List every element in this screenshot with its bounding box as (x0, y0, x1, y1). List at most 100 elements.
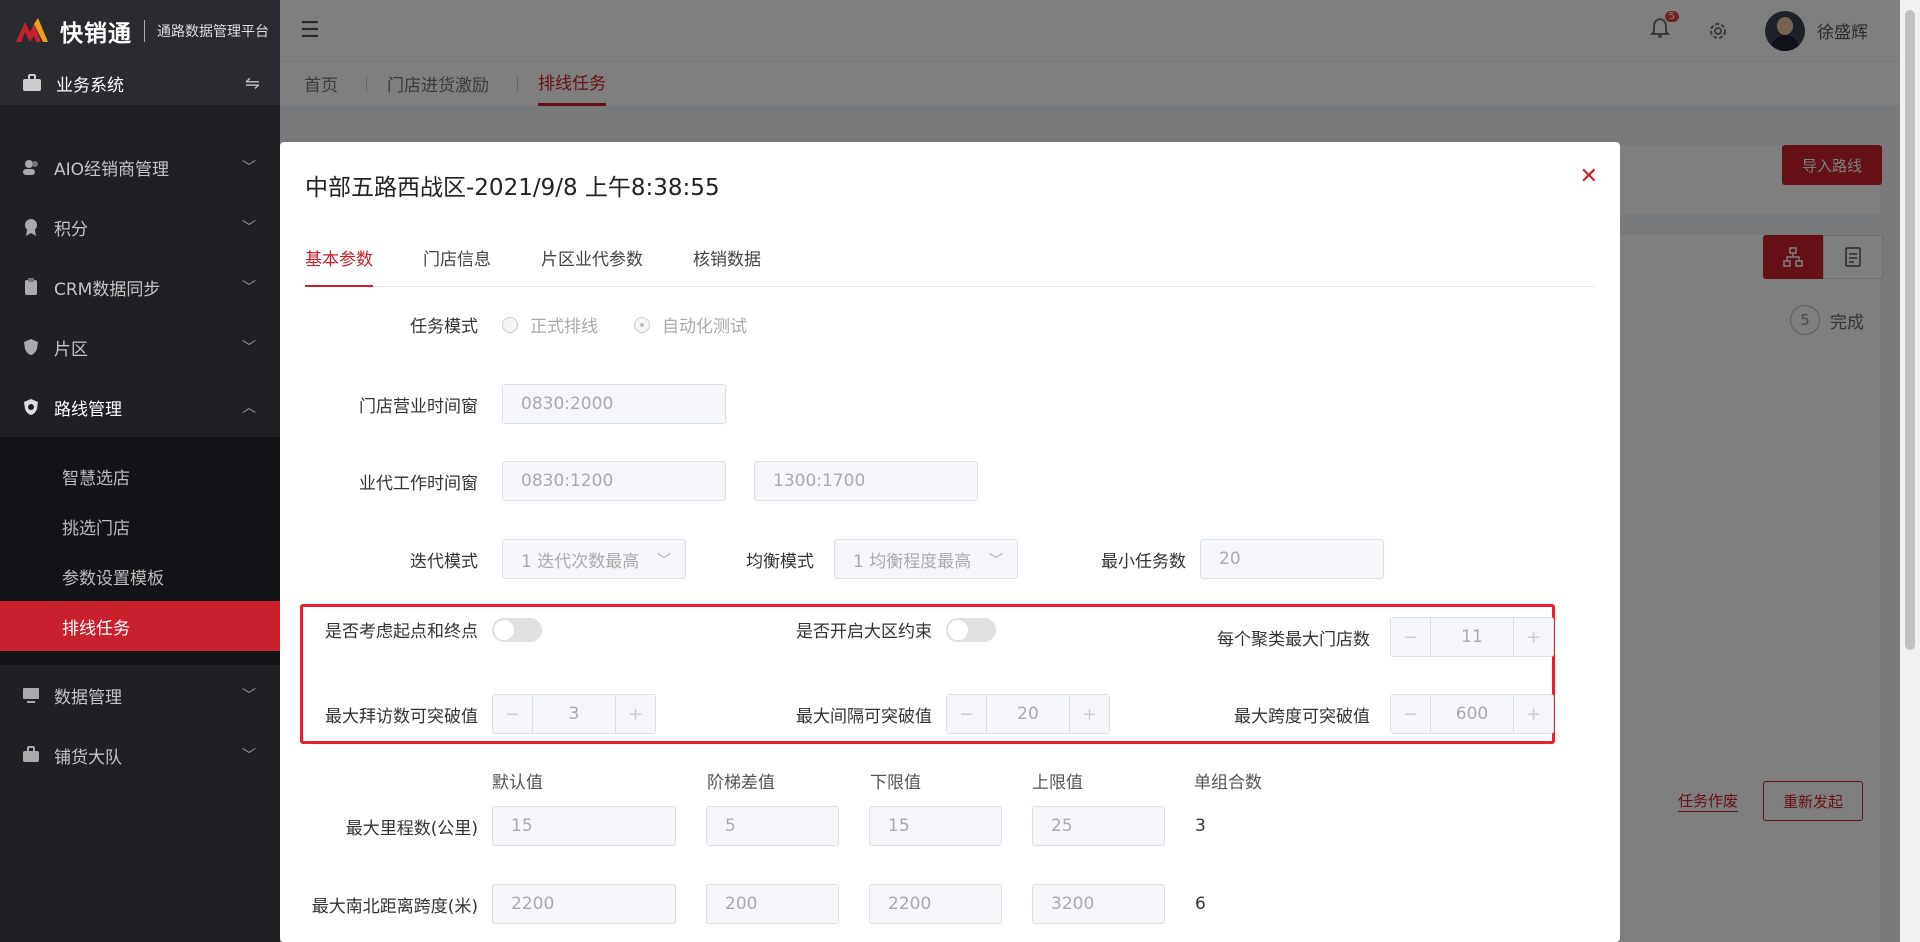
balance-mode-label: 均衡模式 (746, 551, 814, 572)
chevron-up-icon: ︿ (242, 400, 256, 416)
clipboard-icon (25, 278, 37, 295)
logo: 快销通 通路数据管理平台 (0, 0, 280, 61)
max-ns-span-step-input[interactable]: 200 (706, 884, 839, 924)
sidebar-item-label: 积分 (54, 219, 88, 240)
stepper-value[interactable]: 600 (1431, 695, 1513, 733)
agent-window-end-input[interactable]: 1300:1700 (754, 461, 978, 501)
sidebar-subitem-param-template[interactable]: 参数设置模板 (0, 551, 280, 601)
agent-window-label: 业代工作时间窗 (359, 473, 478, 494)
stepper-value[interactable]: 3 (533, 695, 615, 733)
shield-icon (24, 399, 38, 415)
sidebar-item-label: 路线管理 (54, 399, 122, 420)
region-constraint-label: 是否开启大区约束 (796, 622, 932, 642)
sidebar-subitem-smart-select[interactable]: 智慧选店 (0, 451, 280, 501)
max-mileage-upper-input[interactable]: 25 (1032, 806, 1165, 846)
briefcase-icon (23, 746, 39, 762)
stepper-value[interactable]: 20 (987, 695, 1069, 733)
users-icon (23, 160, 38, 175)
sidebar-item-area[interactable]: 片区 ﹀ (0, 317, 280, 377)
tab-basic-params[interactable]: 基本参数 (305, 245, 373, 287)
medal-icon (25, 219, 37, 236)
max-ns-span-upper-input[interactable]: 3200 (1032, 884, 1165, 924)
max-ns-span-combos: 6 (1195, 894, 1206, 914)
briefcase-icon (23, 74, 41, 91)
agent-window-start-input[interactable]: 0830:1200 (502, 461, 726, 501)
app-title: 快销通 (60, 20, 132, 47)
switch-icon[interactable]: ⇋ (245, 73, 260, 94)
tab-store-info[interactable]: 门店信息 (423, 245, 491, 287)
app-subtitle: 通路数据管理平台 (157, 23, 269, 40)
decrement-button[interactable]: − (1391, 618, 1431, 656)
max-ns-span-default-input[interactable]: 2200 (492, 884, 676, 924)
sidebar-subitem-routing-task[interactable]: 排线任务 (0, 601, 280, 651)
balance-mode-select[interactable]: 1 均衡程度最高 ﹀ (834, 539, 1018, 579)
sidebar-item-points[interactable]: 积分 ﹀ (0, 197, 280, 257)
system-switcher[interactable]: 业务系统 ⇋ (0, 61, 280, 105)
increment-button[interactable]: + (615, 695, 655, 733)
decrement-button[interactable]: − (1391, 695, 1431, 733)
sidebar-item-label: AIO经销商管理 (54, 159, 170, 180)
stepper-value[interactable]: 11 (1431, 618, 1513, 656)
monitor-icon (23, 688, 39, 703)
close-icon[interactable]: ✕ (1580, 164, 1598, 189)
chevron-down-icon: ﹀ (242, 280, 256, 296)
sidebar-item-label: 数据管理 (54, 687, 122, 708)
sidebar-item-label: 铺货大队 (54, 747, 122, 768)
region-constraint-toggle[interactable] (946, 617, 996, 642)
radio-dot (502, 316, 518, 333)
sidebar-item-label: 片区 (54, 339, 88, 360)
sidebar-item-data-management[interactable]: 数据管理 ﹀ (0, 665, 280, 725)
sidebar-item-crm[interactable]: CRM数据同步 ﹀ (0, 257, 280, 317)
max-mileage-lower-input[interactable]: 15 (869, 806, 1002, 846)
sidebar-item-route-management[interactable]: 路线管理 ︿ (0, 377, 280, 437)
sidebar-item-label: CRM数据同步 (54, 279, 161, 300)
page-scrollbar[interactable] (1900, 0, 1920, 942)
chevron-down-icon: ﹀ (657, 553, 671, 569)
max-span-break-stepper[interactable]: − 600 + (1390, 694, 1554, 734)
column-header-upper: 上限值 (1032, 773, 1083, 793)
max-span-break-label: 最大跨度可突破值 (1234, 706, 1370, 727)
max-interval-break-stepper[interactable]: − 20 + (946, 694, 1110, 734)
chevron-down-icon: ﹀ (242, 220, 256, 236)
shield-icon (24, 339, 38, 355)
tab-verification-data[interactable]: 核销数据 (693, 245, 761, 287)
max-ns-span-lower-input[interactable]: 2200 (869, 884, 1002, 924)
sidebar-item-distribution-team[interactable]: 铺货大队 ﹀ (0, 725, 280, 785)
increment-button[interactable]: + (1513, 695, 1553, 733)
min-tasks-input[interactable]: 20 (1200, 539, 1384, 579)
column-header-default: 默认值 (492, 773, 543, 793)
task-mode-label: 任务模式 (410, 317, 478, 337)
radio-formal-label: 正式排线 (530, 317, 598, 337)
max-visits-break-stepper[interactable]: − 3 + (492, 694, 656, 734)
max-mileage-default-input[interactable]: 15 (492, 806, 676, 846)
scrollbar-thumb[interactable] (1905, 10, 1915, 650)
sidebar: 快销通 通路数据管理平台 业务系统 ⇋ AIO经销商管理 ﹀ 积分 ﹀ CRM数… (0, 0, 280, 942)
consider-endpoints-toggle[interactable] (492, 617, 542, 642)
radio-formal[interactable]: 正式排线 (502, 312, 598, 337)
radio-auto-test[interactable]: 自动化测试 (634, 312, 747, 337)
balance-mode-value: 1 均衡程度最高 (853, 551, 972, 572)
max-stores-cluster-stepper[interactable]: − 11 + (1390, 617, 1554, 657)
chevron-down-icon: ﹀ (242, 160, 256, 176)
max-mileage-combos: 3 (1195, 816, 1206, 836)
increment-button[interactable]: + (1069, 695, 1109, 733)
decrement-button[interactable]: − (493, 695, 533, 733)
column-header-combos: 单组合数 (1194, 773, 1262, 793)
chevron-down-icon: ﹀ (242, 340, 256, 356)
decrement-button[interactable]: − (947, 695, 987, 733)
store-window-input[interactable]: 0830:2000 (502, 384, 726, 424)
logo-icon (16, 17, 48, 42)
max-mileage-step-input[interactable]: 5 (706, 806, 839, 846)
iter-mode-select[interactable]: 1 迭代次数最高 ﹀ (502, 539, 686, 579)
iter-mode-value: 1 迭代次数最高 (521, 551, 640, 572)
increment-button[interactable]: + (1513, 618, 1553, 656)
sidebar-item-aio[interactable]: AIO经销商管理 ﹀ (0, 137, 280, 197)
tab-area-agent-params[interactable]: 片区业代参数 (541, 245, 643, 287)
consider-endpoints-label: 是否考虑起点和终点 (325, 622, 478, 642)
max-interval-break-label: 最大间隔可突破值 (796, 706, 932, 727)
max-mileage-label: 最大里程数(公里) (345, 818, 478, 839)
modal-title: 中部五路西战区-2021/9/8 上午8:38:55 (305, 175, 720, 201)
radio-dot (634, 316, 650, 333)
sidebar-subitem-pick-stores[interactable]: 挑选门店 (0, 501, 280, 551)
task-detail-modal: 中部五路西战区-2021/9/8 上午8:38:55 ✕ 基本参数 门店信息 片… (280, 142, 1620, 942)
